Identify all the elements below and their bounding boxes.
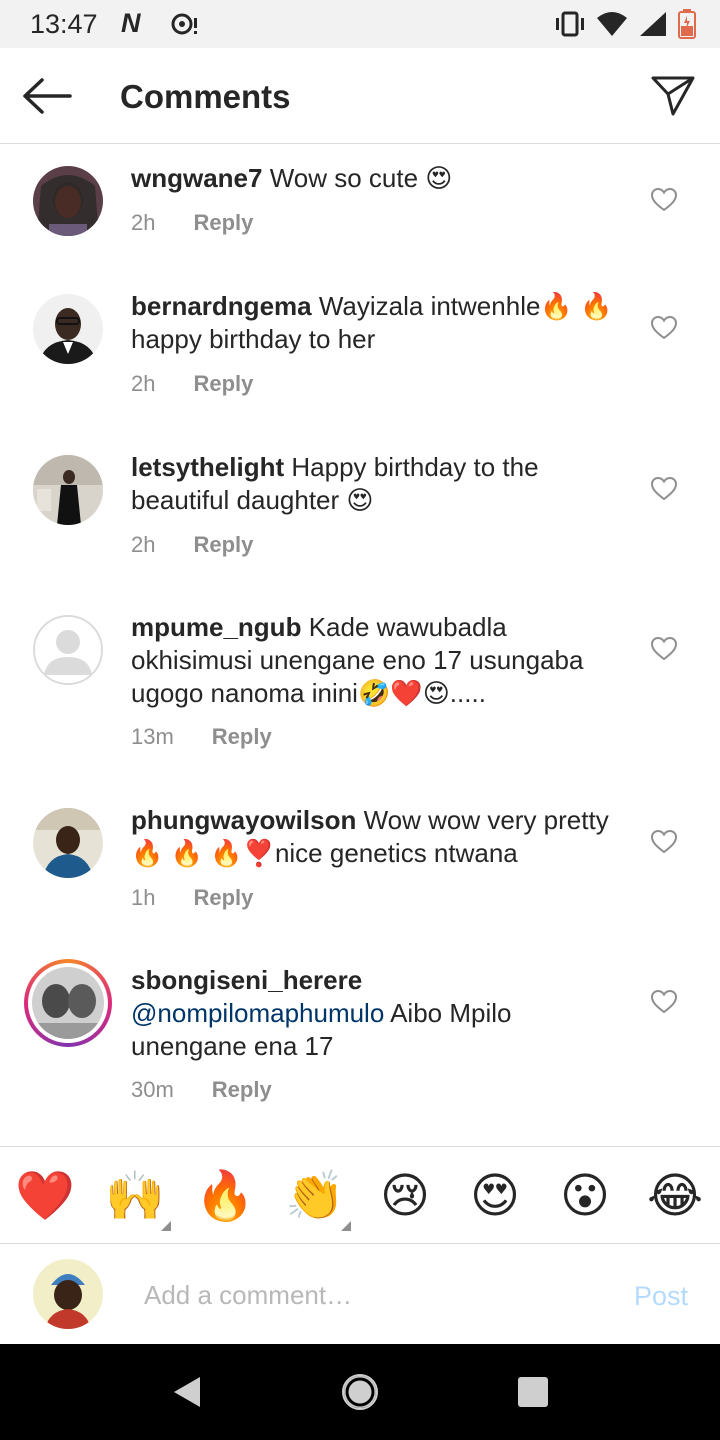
system-navigation-bar: [0, 1344, 720, 1440]
avatar[interactable]: [33, 294, 103, 364]
comment-username[interactable]: phungwayowilson: [131, 805, 356, 835]
skin-tone-indicator-icon: [341, 1221, 351, 1231]
reaction-crying-emoji[interactable]: 😢: [375, 1167, 435, 1227]
comment-meta: 2h Reply: [131, 210, 253, 236]
reaction-clap-emoji[interactable]: 👏: [285, 1167, 345, 1227]
reaction-laughing-emoji[interactable]: 😂: [645, 1167, 705, 1227]
story-ring-avatar[interactable]: [24, 959, 112, 1047]
comment-time: 2h: [131, 210, 156, 235]
like-heart-icon[interactable]: [651, 637, 677, 661]
reply-button[interactable]: Reply: [212, 724, 272, 749]
back-arrow-icon[interactable]: [20, 76, 74, 116]
comments-list[interactable]: wngwane7 Wow so cute 😍 2h Reply bernardng…: [0, 144, 720, 1146]
comment-time: 2h: [131, 371, 156, 396]
vibrate-icon: [556, 11, 584, 37]
notification-cloud-icon: [171, 13, 197, 35]
like-heart-icon[interactable]: [651, 477, 677, 501]
nav-back-icon[interactable]: [172, 1375, 202, 1409]
comment-input[interactable]: [144, 1275, 584, 1315]
comment-text: bernardngema Wayizala intwenhle🔥 🔥 happy…: [131, 290, 631, 356]
avatar[interactable]: [33, 455, 103, 525]
like-heart-icon[interactable]: [651, 188, 677, 212]
avatar[interactable]: [33, 615, 103, 685]
reply-button[interactable]: Reply: [212, 1077, 272, 1102]
comment-item: phungwayowilson Wow wow very pretty 🔥 🔥 …: [0, 804, 720, 934]
notification-n-icon: N: [121, 8, 141, 38]
reaction-fire-emoji[interactable]: 🔥: [195, 1167, 255, 1227]
comment-item: sbongiseni_herere @nompilomaphumulo Aibo…: [0, 959, 720, 1124]
comment-meta: 2h Reply: [131, 371, 253, 397]
status-time: 13:47: [30, 9, 98, 39]
comment-item: letsythelight Happy birthday to the beau…: [0, 451, 720, 581]
comment-username[interactable]: mpume_ngub: [131, 612, 301, 642]
comment-username[interactable]: letsythelight: [131, 452, 284, 482]
quick-reactions-bar: ❤️ 🙌 🔥 👏 😢 😍 😮 😂: [0, 1146, 720, 1244]
avatar[interactable]: [33, 166, 103, 236]
comment-item: bernardngema Wayizala intwenhle🔥 🔥 happy…: [0, 290, 720, 420]
comment-username[interactable]: wngwane7: [131, 163, 262, 193]
comment-time: 30m: [131, 1077, 174, 1102]
status-icons: [554, 9, 696, 39]
reaction-heart-emoji[interactable]: ❤️: [15, 1167, 75, 1227]
reply-button[interactable]: Reply: [193, 371, 253, 396]
reply-button[interactable]: Reply: [193, 532, 253, 557]
comment-message: Wow so cute 😍: [269, 163, 453, 193]
comment-meta: 30m Reply: [131, 1077, 272, 1103]
comment-item: wngwane7 Wow so cute 😍 2h Reply: [0, 162, 720, 272]
page-title: Comments: [120, 78, 291, 115]
like-heart-icon[interactable]: [651, 830, 677, 854]
share-send-icon[interactable]: [650, 72, 696, 118]
reply-button[interactable]: Reply: [193, 210, 253, 235]
nav-recents-icon[interactable]: [518, 1377, 548, 1407]
comment-meta: 2h Reply: [131, 532, 253, 558]
current-user-avatar: [33, 1259, 103, 1329]
like-heart-icon[interactable]: [651, 316, 677, 340]
reaction-heart-eyes-emoji[interactable]: 😍: [465, 1167, 525, 1227]
reply-button[interactable]: Reply: [193, 885, 253, 910]
app-header: Comments: [0, 48, 720, 144]
comment-username[interactable]: sbongiseni_herere: [131, 965, 362, 995]
comment-meta: 13m Reply: [131, 724, 272, 750]
comment-time: 13m: [131, 724, 174, 749]
reaction-raised-hands-emoji[interactable]: 🙌: [105, 1167, 165, 1227]
comment-composer: Post: [0, 1245, 720, 1344]
comment-time: 2h: [131, 532, 156, 557]
comment-text: sbongiseni_herere @nompilomaphumulo Aibo…: [131, 964, 631, 1063]
comment-meta: 1h Reply: [131, 885, 253, 911]
comment-username[interactable]: bernardngema: [131, 291, 312, 321]
comment-text: letsythelight Happy birthday to the beau…: [131, 451, 631, 517]
reaction-surprised-emoji[interactable]: 😮: [555, 1167, 615, 1227]
comment-text: wngwane7 Wow so cute 😍: [131, 162, 631, 195]
story-ring-inner: [28, 963, 108, 1043]
comment-mention-link[interactable]: @nompilomaphumulo: [131, 998, 384, 1028]
skin-tone-indicator-icon: [161, 1221, 171, 1231]
status-bar: 13:47 N: [0, 0, 720, 48]
avatar: [32, 967, 104, 1039]
avatar[interactable]: [33, 808, 103, 878]
post-button[interactable]: Post: [634, 1281, 688, 1312]
nav-home-icon[interactable]: [341, 1373, 379, 1411]
battery-icon: [678, 9, 696, 39]
wifi-icon: [597, 12, 627, 36]
comment-text: phungwayowilson Wow wow very pretty 🔥 🔥 …: [131, 804, 631, 870]
comment-text: mpume_ngub Kade wawubadla okhisimusi une…: [131, 611, 631, 710]
like-heart-icon[interactable]: [651, 990, 677, 1014]
comment-item: mpume_ngub Kade wawubadla okhisimusi une…: [0, 611, 720, 771]
signal-icon: [640, 12, 666, 36]
comment-time: 1h: [131, 885, 156, 910]
